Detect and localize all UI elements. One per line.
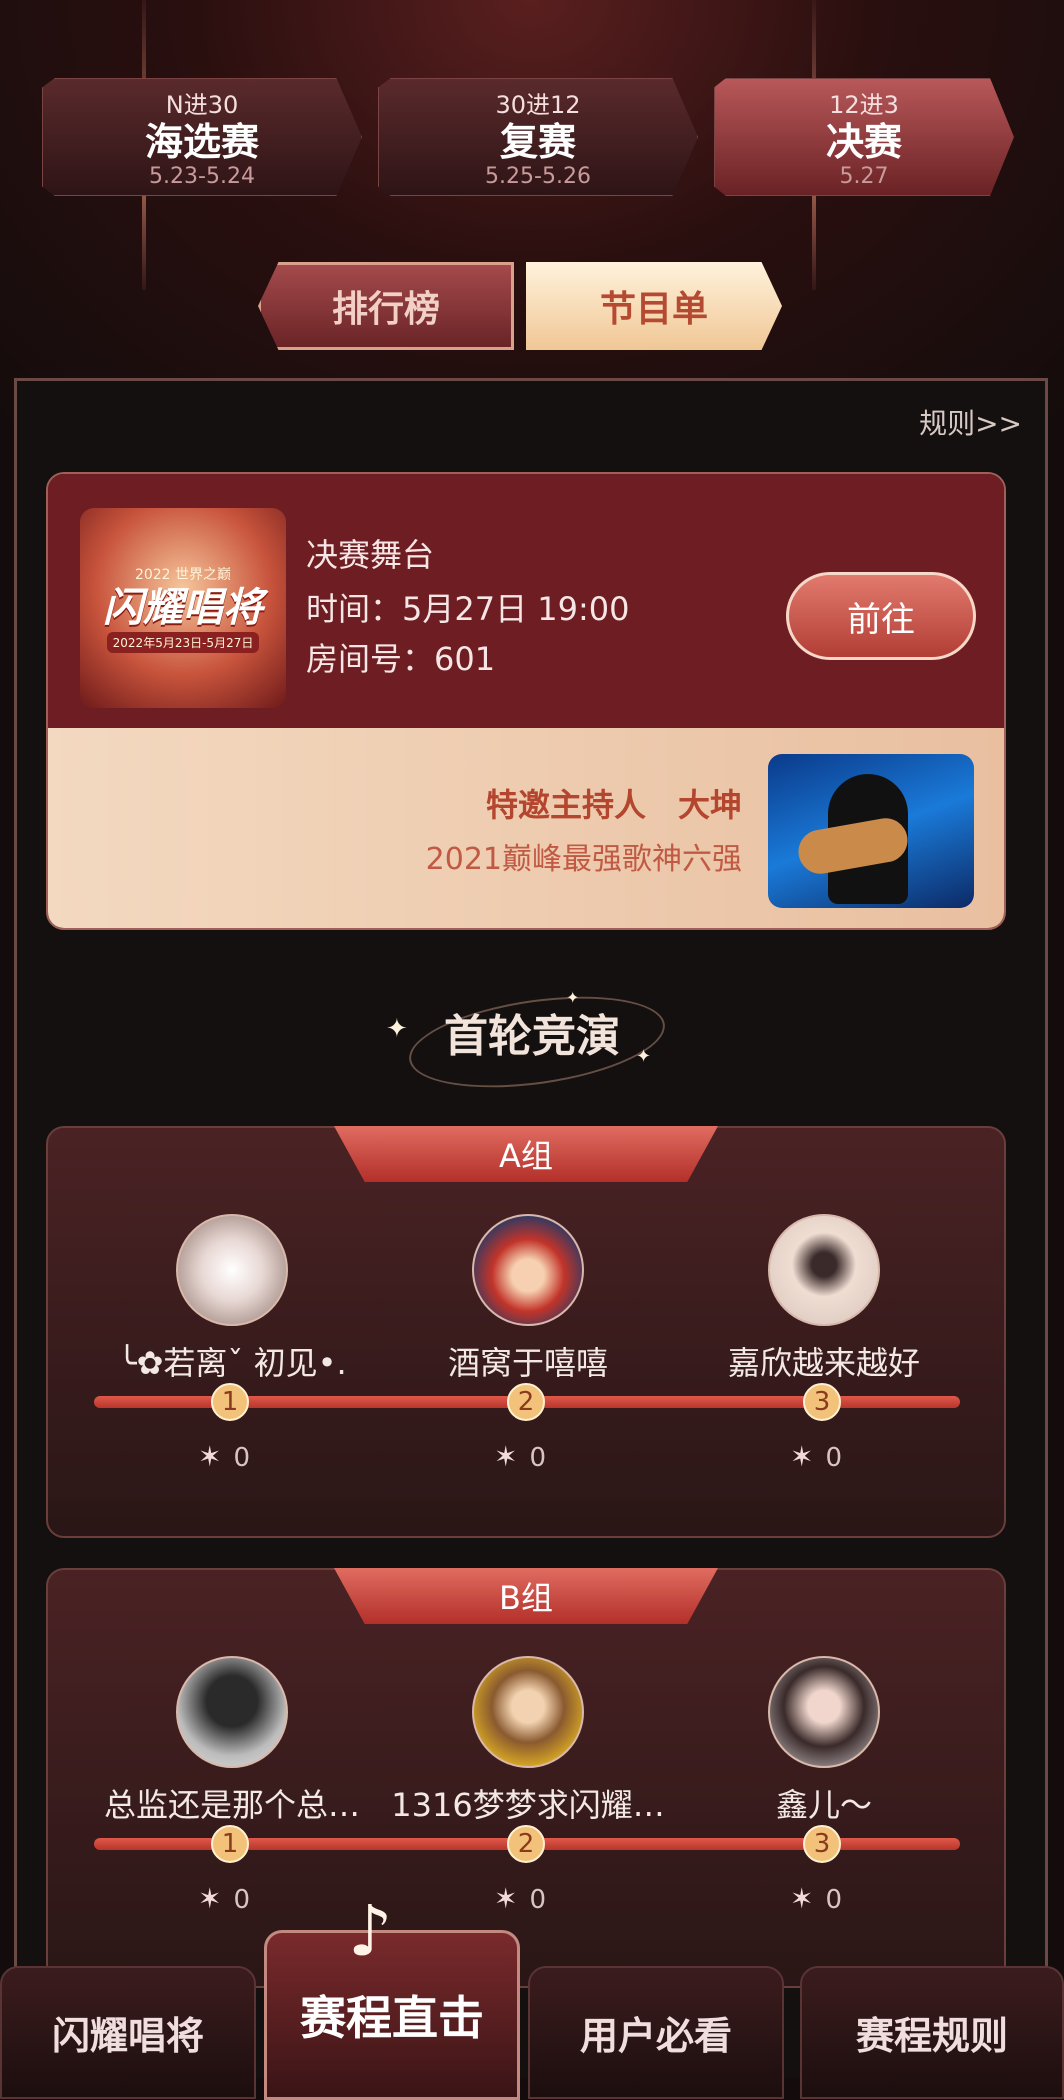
final-card-top: 2022 世界之巅 闪耀唱将 2022年5月23日-5月27日 决赛舞台 时间：… [48, 474, 1004, 728]
host-photo [768, 754, 974, 908]
section-title: 首轮竞演 [444, 1011, 620, 1062]
stage-semifinal[interactable]: 30进12 复赛 5.25-5.26 [378, 78, 698, 196]
final-time: 时间：5月27日 19:00 [306, 590, 630, 628]
nav-item-user-guide[interactable]: 用户必看 [528, 1966, 784, 2099]
poster-date: 2022年5月23日-5月27日 [106, 631, 260, 653]
final-stage-card: 2022 世界之巅 闪耀唱将 2022年5月23日-5月27日 决赛舞台 时间：… [46, 472, 1006, 930]
bottom-nav: 闪耀唱将 赛程直击 用户必看 赛程规则 [0, 1930, 1064, 2100]
star-icon: ✶ [494, 1440, 518, 1473]
stage-final-count: 12进3 [829, 91, 899, 119]
score-display: ✶ 0 [198, 1882, 250, 1915]
score-display: ✶ 0 [790, 1440, 842, 1473]
player-card[interactable]: 嘉欣越来越好 [674, 1214, 974, 1384]
music-note-icon: ♪ [348, 1890, 393, 1972]
score-value: 0 [233, 1443, 251, 1473]
go-button[interactable]: 前往 [786, 572, 976, 660]
score-value: 0 [529, 1443, 547, 1473]
score-display: ✶ 0 [198, 1440, 250, 1473]
star-icon: ✶ [494, 1882, 518, 1915]
score-display: ✶ 0 [494, 1440, 546, 1473]
tab-program[interactable]: 节目单 [526, 262, 782, 350]
player-card[interactable]: 1316梦梦求闪耀… [378, 1656, 678, 1826]
score-value: 0 [825, 1885, 843, 1915]
avatar [768, 1656, 880, 1768]
nav-item-shining-singer[interactable]: 闪耀唱将 [0, 1966, 256, 2099]
final-room: 房间号：601 [306, 640, 496, 678]
stage-final-name: 决赛 [825, 120, 902, 164]
rank-badge: 1 [211, 1383, 249, 1421]
host-title: 特邀主持人 大坤 [485, 786, 742, 824]
star-icon: ✶ [198, 1882, 222, 1915]
player-name: 1316梦梦求闪耀… [391, 1786, 665, 1824]
rank-badge: 3 [803, 1383, 841, 1421]
group-b-label: B组 [334, 1568, 718, 1624]
rank-badge: 2 [507, 1825, 545, 1863]
player-name: ╰✿若离ˇ 初见•. [117, 1344, 347, 1382]
player-name: 酒窝于嘻嘻 [447, 1344, 608, 1382]
poster-title: 闪耀唱将 [103, 584, 263, 631]
stage-semifinal-count: 30进12 [495, 91, 581, 119]
stage-final[interactable]: 12进3 决赛 5.27 [714, 78, 1014, 196]
avatar [176, 1214, 288, 1326]
score-display: ✶ 0 [494, 1882, 546, 1915]
star-icon: ✶ [790, 1882, 814, 1915]
host-description: 2021巅峰最强歌神六强 [425, 842, 742, 877]
rank-badge: 3 [803, 1825, 841, 1863]
score-value: 0 [529, 1885, 547, 1915]
player-name: 总监还是那个总… [103, 1786, 360, 1824]
star-icon: ✶ [790, 1440, 814, 1473]
stage-audition-name: 海选赛 [144, 120, 259, 164]
group-card-a: A组 ╰✿若离ˇ 初见•. 酒窝于嘻嘻 嘉欣越来越好 1 2 3 ✶ 0 ✶ 0 ✶… [46, 1126, 1006, 1538]
player-card[interactable]: 总监还是那个总… [82, 1656, 382, 1826]
stage-audition[interactable]: N进30 海选赛 5.23-5.24 [42, 78, 362, 196]
avatar [472, 1214, 584, 1326]
score-value: 0 [825, 1443, 843, 1473]
stage-final-date: 5.27 [839, 164, 889, 189]
nav-item-schedule-rules[interactable]: 赛程规则 [800, 1966, 1064, 2099]
rank-badge: 1 [211, 1825, 249, 1863]
score-display: ✶ 0 [790, 1882, 842, 1915]
group-a-label: A组 [334, 1126, 718, 1182]
poster-subtitle: 2022 世界之巅 [134, 566, 232, 583]
group-card-b: B组 总监还是那个总… 1316梦梦求闪耀… 鑫儿～ 1 2 3 ✶ 0 ✶ 0 ✶… [46, 1568, 1006, 1988]
header-background [0, 0, 1064, 420]
stage-semifinal-date: 5.25-5.26 [485, 164, 591, 189]
stage-audition-date: 5.23-5.24 [149, 164, 255, 189]
stage-semifinal-name: 复赛 [499, 120, 576, 164]
avatar [768, 1214, 880, 1326]
star-icon: ✶ [198, 1440, 222, 1473]
player-card[interactable]: 鑫儿～ [674, 1656, 974, 1826]
player-name: 嘉欣越来越好 [727, 1344, 920, 1382]
avatar [472, 1656, 584, 1768]
player-name: 鑫儿～ [775, 1786, 872, 1824]
score-value: 0 [233, 1885, 251, 1915]
host-section: 特邀主持人 大坤 2021巅峰最强歌神六强 [48, 728, 1004, 928]
tab-ranking[interactable]: 排行榜 [258, 262, 514, 350]
stage-audition-count: N进30 [165, 91, 239, 119]
avatar [176, 1656, 288, 1768]
event-poster: 2022 世界之巅 闪耀唱将 2022年5月23日-5月27日 [80, 508, 286, 708]
player-card[interactable]: 酒窝于嘻嘻 [378, 1214, 678, 1384]
final-title: 决赛舞台 [306, 536, 435, 574]
rules-link[interactable]: 规则>> [919, 402, 1022, 442]
rank-badge: 2 [507, 1383, 545, 1421]
player-card[interactable]: ╰✿若离ˇ 初见•. [82, 1214, 382, 1384]
